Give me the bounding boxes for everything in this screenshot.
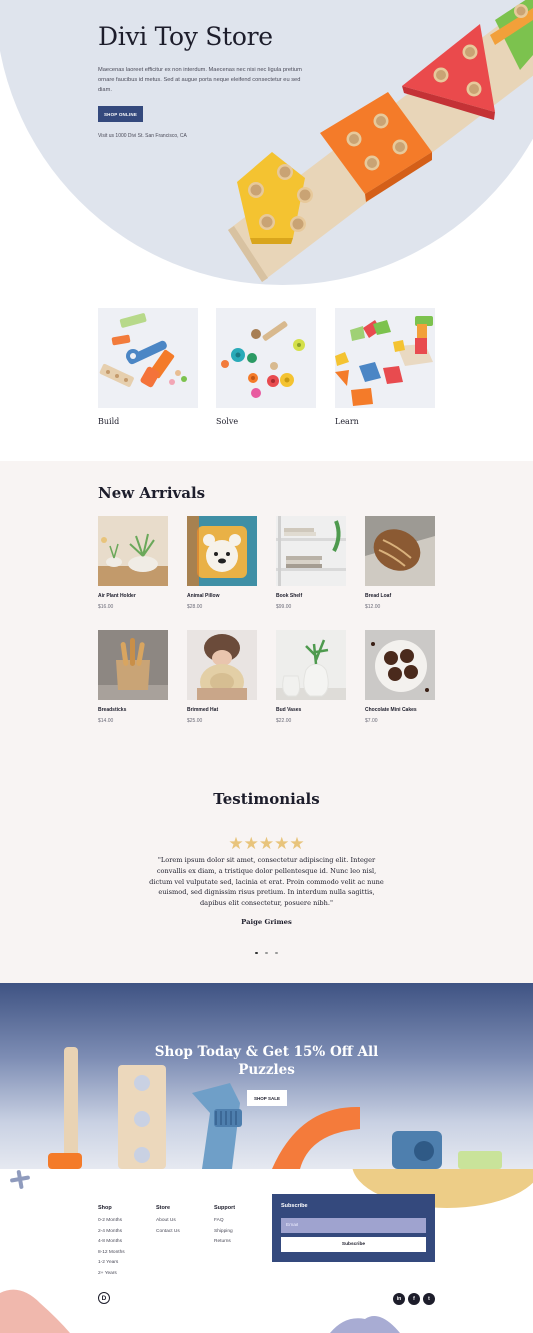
category-image-build[interactable] — [98, 308, 198, 408]
footer-link[interactable]: 8-12 Months — [98, 1250, 125, 1255]
category-image-solve[interactable] — [216, 308, 316, 408]
build-toys-illustration — [98, 308, 198, 408]
solve-toys-illustration — [216, 308, 316, 408]
star-rating-icon: ★★★★★ — [228, 834, 305, 854]
subscribe-form: Subscribe Subscribe — [272, 1194, 435, 1262]
product-image-animal-pillow[interactable] — [187, 516, 257, 586]
category-image-learn[interactable] — [335, 308, 435, 408]
product-name[interactable]: Air Plant Holder — [98, 593, 136, 599]
footer-link[interactable]: Contact Us — [156, 1229, 180, 1234]
footer-link[interactable]: 1-2 Years — [98, 1260, 118, 1265]
footer-link[interactable]: FAQ — [214, 1218, 224, 1223]
pagination-dot[interactable] — [265, 951, 268, 954]
product-price: $12.00 — [365, 604, 381, 610]
footer-decorative-shapes — [0, 1169, 533, 1333]
footer-link[interactable]: About Us — [156, 1218, 176, 1223]
promo-banner: Shop Today & Get 15% Off All Puzzles SHO… — [0, 983, 533, 1169]
category-label-solve[interactable]: Solve — [216, 417, 238, 426]
twitter-icon[interactable]: t — [423, 1293, 435, 1305]
divi-logo-icon[interactable]: D — [98, 1292, 110, 1304]
product-image-book-shelf[interactable] — [276, 516, 346, 586]
footer-column-title-shop: Shop — [98, 1205, 112, 1211]
product-price: $28.00 — [187, 604, 203, 610]
product-image-brimmed-hat[interactable] — [187, 630, 257, 700]
product-price: $14.00 — [98, 718, 114, 724]
shop-sale-button[interactable]: SHOP SALE — [247, 1090, 287, 1106]
email-field[interactable] — [281, 1218, 426, 1233]
footer-link[interactable]: Shipping — [214, 1229, 233, 1234]
product-image-bread-loaf[interactable] — [365, 516, 435, 586]
footer-column-title-support: Support — [214, 1205, 236, 1211]
product-price: $25.00 — [187, 718, 203, 724]
footer-link[interactable]: 4-8 Months — [98, 1239, 122, 1244]
hero-address: Visit us 1000 Divi St. San Francisco, CA — [98, 133, 187, 139]
testimonial-quote: "Lorem ipsum dolor sit amet, consectetur… — [149, 856, 384, 908]
product-image-air-plant-holder[interactable] — [98, 516, 168, 586]
footer-link[interactable]: 0-2 Months — [98, 1218, 122, 1223]
hero-description: Maecenas laoreet efficitur ex non interd… — [98, 67, 302, 93]
product-image-chocolate-mini-cakes[interactable] — [365, 630, 435, 700]
product-name[interactable]: Bread Loaf — [365, 593, 391, 599]
testimonial-pagination — [0, 941, 533, 959]
product-price: $7.00 — [365, 718, 378, 724]
footer-column-title-store: Store — [156, 1205, 171, 1211]
footer-link[interactable]: 2+ Years — [98, 1271, 117, 1276]
product-price: $16.00 — [98, 604, 114, 610]
subscribe-button[interactable]: Subscribe — [281, 1237, 426, 1252]
product-name[interactable]: Brimmed Hat — [187, 707, 218, 713]
subscribe-title: Subscribe — [281, 1203, 308, 1209]
footer-link[interactable]: 2-4 Months — [98, 1229, 122, 1234]
pagination-dot[interactable] — [255, 951, 258, 954]
product-price: $99.00 — [276, 604, 292, 610]
product-name[interactable]: Bud Vases — [276, 707, 301, 713]
category-label-build[interactable]: Build — [98, 417, 119, 426]
facebook-icon[interactable]: f — [408, 1293, 420, 1305]
footer: Shop 0-2 Months 2-4 Months 4-8 Months 8-… — [0, 1169, 533, 1333]
product-image-breadsticks[interactable] — [98, 630, 168, 700]
footer-link[interactable]: Returns — [214, 1239, 231, 1244]
testimonials-title: Testimonials — [213, 790, 320, 808]
promo-title: Shop Today & Get 15% Off All Puzzles — [154, 1044, 379, 1078]
product-name[interactable]: Book Shelf — [276, 593, 302, 599]
shop-online-button[interactable]: SHOP ONLINE — [98, 106, 143, 122]
product-price: $22.00 — [276, 718, 292, 724]
learn-toys-illustration — [335, 308, 435, 408]
hero-section: Divi Toy Store Maecenas laoreet efficitu… — [0, 0, 533, 295]
hero-title: Divi Toy Store — [98, 22, 273, 51]
category-label-learn[interactable]: Learn — [335, 417, 359, 426]
product-image-bud-vases[interactable] — [276, 630, 346, 700]
product-name[interactable]: Breadsticks — [98, 707, 126, 713]
pagination-dot[interactable] — [275, 951, 278, 954]
testimonial-author: Paige Grimes — [241, 918, 292, 926]
product-name[interactable]: Animal Pillow — [187, 593, 220, 599]
product-name[interactable]: Chocolate Mini Cakes — [365, 707, 417, 713]
new-arrivals-title: New Arrivals — [98, 484, 206, 502]
linkedin-icon[interactable]: in — [393, 1293, 405, 1305]
